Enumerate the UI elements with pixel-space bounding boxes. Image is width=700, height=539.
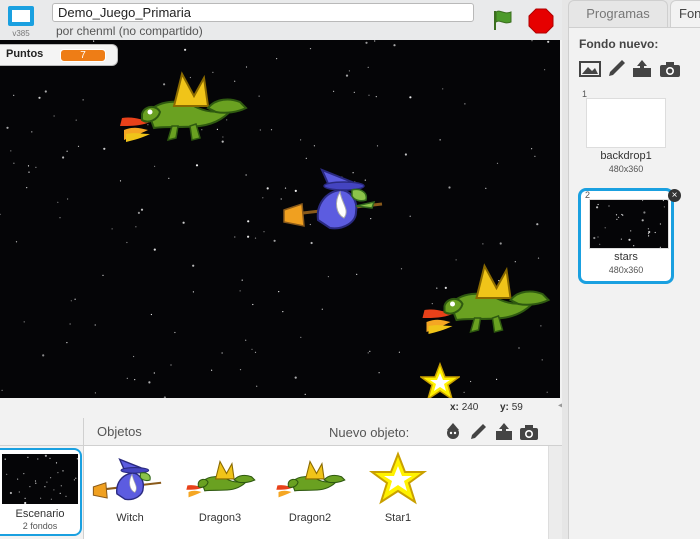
upload-backdrop-icon[interactable] bbox=[631, 59, 653, 79]
sprite-name: Star1 bbox=[384, 512, 412, 524]
backdrop-tile-stars[interactable]: 2 stars 480x360 bbox=[578, 188, 674, 284]
star-icon bbox=[368, 451, 428, 505]
variable-monitor-value: 7 bbox=[60, 49, 106, 62]
backdrop-name: backdrop1 bbox=[600, 150, 652, 162]
sprite-name: Witch bbox=[116, 512, 144, 524]
backdrop-name: stars bbox=[614, 251, 638, 263]
backdrop-library-icon[interactable] bbox=[579, 59, 601, 79]
stage-backdrop-count: 2 fondos bbox=[22, 521, 58, 531]
camera-icon[interactable] bbox=[659, 59, 681, 79]
mouse-coordinates: x: 240 y: 59 bbox=[0, 398, 562, 418]
backdrop-size: 480x360 bbox=[608, 265, 644, 275]
sprite-tile-star1[interactable]: Star1 bbox=[356, 450, 440, 530]
backdrops-pane: Fondo nuevo: 1 backdrop1 480x360 2 stars… bbox=[568, 27, 700, 539]
delete-backdrop-icon[interactable]: × bbox=[668, 189, 681, 202]
x-value: 240 bbox=[461, 402, 479, 413]
dragon-icon bbox=[186, 460, 256, 498]
stage-pane: Escenario 2 fondos bbox=[0, 418, 84, 539]
y-label: y: bbox=[500, 402, 509, 413]
backdrop-tile-backdrop1[interactable]: 1 backdrop1 480x360 bbox=[578, 89, 674, 186]
version-label: v385 bbox=[12, 29, 30, 38]
tab-backdrops[interactable]: Fondos bbox=[670, 0, 700, 27]
sprites-pane: Objetos Nuevo objeto: Witch Dragon3 Drag… bbox=[84, 418, 562, 539]
paint-sprite-icon[interactable] bbox=[468, 422, 488, 442]
sprite-tile-dragon3[interactable]: Dragon3 bbox=[178, 450, 262, 530]
sprite-tile-witch[interactable]: Witch bbox=[88, 450, 172, 530]
star-icon[interactable] bbox=[420, 362, 460, 398]
stage-thumbnail[interactable]: Escenario 2 fondos bbox=[0, 448, 82, 536]
dragon-icon[interactable] bbox=[412, 260, 557, 340]
variable-monitor[interactable]: Puntos 7 bbox=[0, 44, 118, 66]
camera-icon[interactable] bbox=[519, 422, 539, 442]
project-title-input[interactable] bbox=[52, 3, 474, 22]
backdrop-thumbnail bbox=[589, 199, 669, 249]
sprite-name: Dragon2 bbox=[288, 512, 332, 524]
x-label: x: bbox=[450, 402, 459, 413]
y-value: 59 bbox=[511, 402, 523, 413]
tab-scripts[interactable]: Programas bbox=[568, 0, 668, 27]
stage-name: Escenario bbox=[15, 508, 65, 520]
witch-icon[interactable] bbox=[282, 160, 392, 240]
sprite-name: Dragon3 bbox=[198, 512, 242, 524]
dragon-icon[interactable] bbox=[112, 68, 252, 148]
choose-sprite-library-icon[interactable] bbox=[443, 422, 463, 442]
variable-monitor-label: Puntos bbox=[6, 48, 44, 60]
new-sprite-label: Nuevo objeto: bbox=[329, 425, 410, 440]
stop-icon[interactable] bbox=[528, 8, 554, 34]
new-backdrop-label: Fondo nuevo: bbox=[579, 37, 659, 51]
stage-thumbnail-image bbox=[2, 454, 78, 504]
green-flag-icon[interactable] bbox=[491, 8, 515, 32]
sprites-scrollbar[interactable] bbox=[548, 446, 562, 539]
paint-backdrop-icon[interactable] bbox=[605, 59, 627, 79]
upload-sprite-icon[interactable] bbox=[494, 422, 514, 442]
sprite-tile-dragon2[interactable]: Dragon2 bbox=[268, 450, 352, 530]
top-bar: v385 por chenml (no compartido) bbox=[0, 0, 562, 40]
stage[interactable]: Puntos 7 bbox=[0, 40, 560, 398]
right-panel: Programas Fondos Fondo nuevo: 1 backdrop… bbox=[562, 0, 700, 539]
backdrop-size: 480x360 bbox=[608, 164, 644, 174]
witch-icon bbox=[92, 457, 162, 501]
sprites-pane-title: Objetos bbox=[97, 424, 142, 439]
author-label: por chenml (no compartido) bbox=[56, 24, 203, 38]
backdrop-thumbnail bbox=[586, 98, 666, 148]
dragon-icon bbox=[276, 460, 346, 498]
starfield-backdrop bbox=[0, 40, 550, 398]
